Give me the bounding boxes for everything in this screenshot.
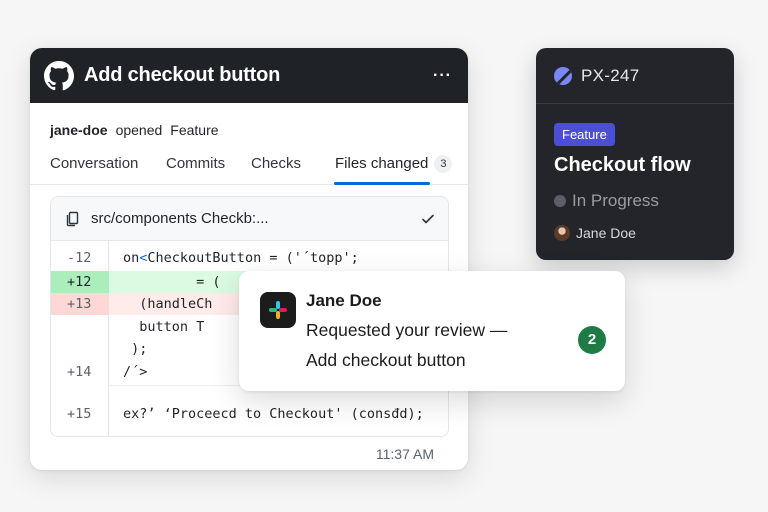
timestamp: 11:37 AM [375, 446, 434, 462]
line-code: = ( [123, 274, 221, 290]
active-tab-indicator [334, 182, 430, 185]
notification-message: Requested your review — [306, 320, 508, 340]
file-diff-icon [65, 211, 81, 227]
tab-conversation[interactable]: Conversation [50, 155, 138, 172]
linear-icon [554, 66, 572, 85]
line-number: +15 [67, 406, 92, 422]
check-icon[interactable] [420, 211, 436, 227]
diff-line: +15 ex?ʼ ‘Proceecd to Checkout' (consđd); [51, 403, 448, 425]
status-circle-icon [554, 195, 566, 207]
line-number: +13 [51, 293, 109, 315]
issue-id[interactable]: PX-247 [581, 66, 640, 86]
tab-files-changed[interactable]: Files changed 3 [335, 155, 453, 173]
avatar [554, 225, 570, 241]
more-options-button[interactable]: ··· [433, 67, 452, 85]
pr-tabs: Conversation Commits Checks Files change… [30, 155, 468, 185]
pull-request-card: Add checkout button ··· jane-doe opened … [30, 48, 468, 470]
tab-checks[interactable]: Checks [251, 155, 301, 172]
assignee-name: Jane Doe [576, 225, 636, 241]
notification-count-badge: 2 [578, 326, 606, 354]
line-number: +14 [67, 364, 92, 380]
issue-label-badge[interactable]: Feature [554, 123, 615, 146]
file-header[interactable]: src/components Checkb:... [51, 197, 448, 241]
code-text: CheckoutButton = ('´topp'; [147, 250, 359, 266]
line-code: ex?ʼ ‘Proceecd to Checkout' (consđd); [123, 406, 424, 422]
pr-action: opened [115, 122, 163, 138]
line-code: /´> [123, 364, 148, 380]
line-code: (handleCh [123, 296, 213, 312]
line-code: on<CheckoutButton = ('´topp'; [123, 247, 359, 269]
issue-assignee[interactable]: Jane Doe [554, 225, 636, 241]
file-name: src/components Checkb:... [91, 210, 269, 227]
line-code: button T [123, 319, 205, 335]
tab-files-changed-label: Files changed [335, 155, 429, 172]
line-code: ); [123, 341, 148, 357]
pr-author[interactable]: jane-doe [50, 122, 108, 138]
pr-label[interactable]: Feature [170, 122, 218, 138]
issue-status[interactable]: In Progress [554, 191, 659, 211]
pr-title: Add checkout button [84, 64, 281, 86]
status-text: In Progress [572, 191, 659, 210]
notification-sender: Jane Doe [306, 291, 382, 310]
issue-header: PX-247 [536, 48, 734, 104]
slack-notification[interactable]: Jane Doe Requested your review — Add che… [239, 271, 625, 391]
code-text: on [123, 250, 140, 266]
pr-header: Add checkout button ··· [30, 48, 468, 103]
diff-line: -12 on<CheckoutButton = ('´topp'; [51, 247, 448, 269]
tab-commits[interactable]: Commits [166, 155, 225, 172]
github-icon [44, 60, 74, 91]
slack-icon [260, 292, 296, 328]
line-number: -12 [67, 250, 92, 266]
notification-subject: Add checkout button [306, 350, 466, 370]
issue-title: Checkout flow [554, 154, 691, 176]
pr-meta: jane-doe opened Feature [50, 122, 219, 138]
issue-card[interactable]: PX-247 Feature Checkout flow In Progress… [536, 48, 734, 260]
files-changed-count: 3 [434, 155, 453, 173]
line-number: +12 [51, 271, 109, 293]
